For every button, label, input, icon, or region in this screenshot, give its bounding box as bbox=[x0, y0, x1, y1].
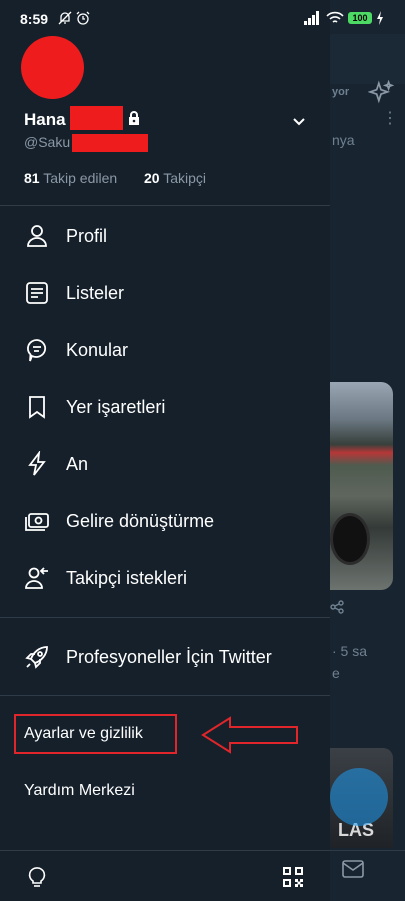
menu-item-monetization[interactable]: Gelire dönüştürme bbox=[0, 495, 330, 547]
menu-item-moments[interactable]: An bbox=[0, 438, 330, 490]
timeline-text: · 5 sa bbox=[332, 643, 368, 659]
timeline-text: yor bbox=[332, 86, 350, 98]
menu-item-label: An bbox=[66, 453, 89, 474]
annotation-highlight-box bbox=[14, 714, 177, 754]
menu-item-bookmarks[interactable]: Yer işaretleri bbox=[0, 381, 330, 433]
divider bbox=[0, 617, 330, 618]
background-timeline: yor ⋮ nya · 5 sa e LAS bbox=[330, 0, 405, 901]
charging-icon bbox=[377, 11, 383, 25]
redaction-block bbox=[70, 106, 123, 130]
following-count: 81 bbox=[24, 170, 40, 186]
menu-item-label: Gelire dönüştürme bbox=[66, 510, 215, 531]
divider bbox=[0, 695, 330, 696]
alarm-icon bbox=[76, 11, 90, 25]
status-time: 8:59 bbox=[20, 11, 49, 27]
help-center-link[interactable]: Yardım Merkezi bbox=[24, 782, 135, 800]
status-bar: 8:59 100 bbox=[0, 0, 405, 34]
notifications-off-icon bbox=[58, 11, 72, 25]
menu-item-label: Profil bbox=[66, 225, 108, 246]
drawer-footer bbox=[0, 850, 330, 901]
menu-item-label: Yer işaretleri bbox=[66, 396, 166, 417]
menu-item-professionals[interactable]: Profesyoneller İçin Twitter bbox=[0, 631, 330, 683]
list-icon bbox=[26, 282, 48, 304]
lightbulb-icon[interactable] bbox=[26, 866, 48, 888]
redaction-block bbox=[72, 134, 148, 152]
bookmark-icon bbox=[29, 396, 45, 419]
profile-handle: @Saku bbox=[24, 134, 71, 150]
menu-item-lists[interactable]: Listeler bbox=[0, 267, 330, 319]
lock-icon bbox=[129, 111, 139, 125]
menu-item-label: Profesyoneller İçin Twitter bbox=[66, 646, 272, 667]
chevron-down-icon[interactable] bbox=[291, 114, 307, 130]
annotation-arrow bbox=[201, 716, 298, 754]
following-label: Takip edilen bbox=[43, 170, 118, 186]
menu-item-follower-requests[interactable]: Takipçi istekleri bbox=[0, 552, 330, 604]
topics-icon bbox=[26, 339, 46, 362]
menu-item-label: Konular bbox=[66, 339, 129, 360]
menu-item-label: Listeler bbox=[66, 282, 125, 303]
followers-stat[interactable]: 20 Takipçi bbox=[144, 170, 206, 186]
timeline-text: e bbox=[332, 665, 340, 681]
compose-tweet-button[interactable] bbox=[330, 768, 388, 826]
person-icon bbox=[27, 225, 47, 247]
lightning-icon bbox=[28, 451, 46, 476]
signal-icon bbox=[304, 11, 319, 25]
menu-item-topics[interactable]: Konular bbox=[0, 324, 330, 376]
wifi-icon bbox=[326, 11, 344, 23]
follow-request-icon bbox=[25, 567, 48, 589]
battery-indicator: 100 bbox=[348, 12, 372, 24]
timeline-header bbox=[330, 34, 405, 104]
timeline-text: nya bbox=[332, 132, 355, 148]
divider bbox=[0, 205, 330, 206]
followers-count: 20 bbox=[144, 170, 160, 186]
money-icon bbox=[25, 513, 49, 531]
mail-icon[interactable] bbox=[342, 860, 364, 878]
menu-item-profile[interactable]: Profil bbox=[0, 210, 330, 262]
share-icon[interactable] bbox=[330, 600, 344, 614]
avatar[interactable] bbox=[21, 36, 84, 99]
tweet-image-detail bbox=[330, 513, 370, 565]
followers-label: Takipçi bbox=[163, 170, 207, 186]
rocket-icon bbox=[25, 646, 48, 669]
following-stat[interactable]: 81 Takip edilen bbox=[24, 170, 117, 186]
more-icon[interactable]: ⋮ bbox=[382, 108, 398, 128]
qr-code-icon[interactable] bbox=[282, 866, 304, 888]
menu-item-label: Takipçi istekleri bbox=[66, 567, 188, 588]
profile-name[interactable]: Hana bbox=[24, 110, 66, 130]
sparkle-icon[interactable] bbox=[368, 80, 394, 106]
navigation-drawer: Hana @Saku 81 Takip edilen 20 Takipçi Pr… bbox=[0, 0, 330, 900]
